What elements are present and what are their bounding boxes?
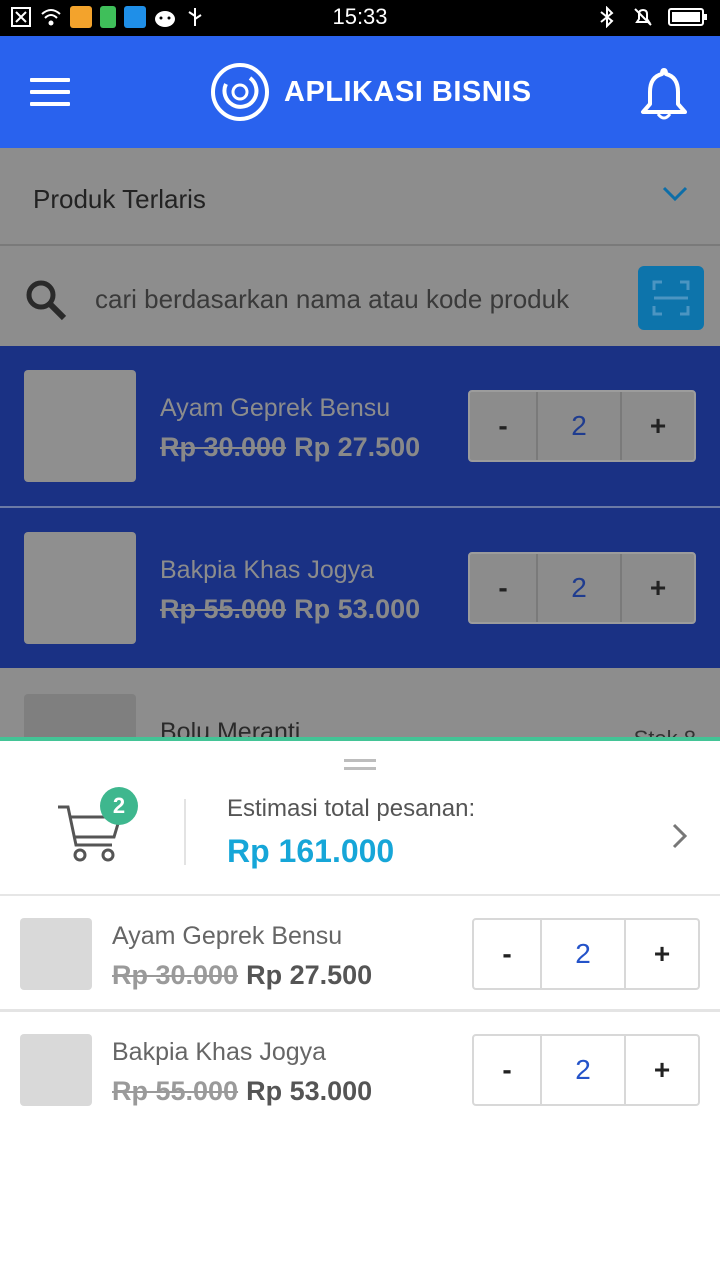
cart-item-new-price: Rp 27.500 <box>246 960 373 990</box>
status-bar: 15:33 <box>0 0 720 36</box>
product-row[interactable]: Bakpia Khas Jogya Rp 55.000 Rp 53.000 - 2… <box>0 508 720 668</box>
product-old-price: Rp 55.000 <box>160 594 287 624</box>
category-label: Produk Terlaris <box>33 184 206 214</box>
app-bar: APLIKASI BISNIS <box>0 36 720 148</box>
search-bar: cari berdasarkan nama atau kode produk <box>0 248 720 346</box>
quantity-stepper: - 2 + <box>468 552 696 624</box>
quantity-value[interactable]: 2 <box>542 920 626 988</box>
increase-button[interactable]: + <box>626 1036 698 1104</box>
product-row[interactable]: Ayam Geprek Bensu Rp 30.000 Rp 27.500 - 2… <box>0 346 720 506</box>
quantity-value[interactable]: 2 <box>538 392 622 460</box>
estimate-label: Estimasi total pesanan: <box>227 795 476 822</box>
cart-item-old-price: Rp 55.000 <box>112 1076 239 1106</box>
cart-item-thumbnail <box>20 1034 92 1106</box>
product-name: Bolu Meranti <box>160 718 301 738</box>
cart-item-row: Bakpia Khas Jogya Rp 55.000 Rp 53.000 - 2… <box>0 1014 720 1128</box>
cart-item-row: Ayam Geprek Bensu Rp 30.000 Rp 27.500 - 2… <box>0 898 720 1012</box>
quantity-value[interactable]: 2 <box>538 554 622 622</box>
estimate-total: Rp 161.000 <box>227 833 395 869</box>
product-thumbnail <box>24 694 136 738</box>
mute-icon <box>634 8 652 26</box>
product-price: Rp 55.000 Rp 53.000 <box>160 594 420 625</box>
product-price: Rp 30.000 Rp 27.500 <box>160 432 420 463</box>
cart-item-name: Bakpia Khas Jogya <box>112 1038 327 1066</box>
cart-item-old-price: Rp 30.000 <box>112 960 239 990</box>
cart-item-thumbnail <box>20 918 92 990</box>
product-old-price: Rp 30.000 <box>160 432 287 462</box>
product-new-price: Rp 53.000 <box>294 594 421 624</box>
app-title: APLIKASI BISNIS <box>284 76 532 108</box>
cart-bottom-sheet: 2 Estimasi total pesanan: Rp 161.000 Aya… <box>0 737 720 1280</box>
chevron-down-icon <box>662 186 688 202</box>
decrease-button[interactable]: - <box>470 392 538 460</box>
cart-item-price: Rp 30.000 Rp 27.500 <box>112 960 372 991</box>
scan-barcode-button[interactable] <box>638 266 704 330</box>
hamburger-menu-icon[interactable] <box>30 78 70 108</box>
increase-button[interactable]: + <box>622 392 694 460</box>
quantity-stepper: - 2 + <box>472 918 700 990</box>
search-input[interactable]: cari berdasarkan nama atau kode produk <box>95 284 569 315</box>
cart-item-new-price: Rp 53.000 <box>246 1076 373 1106</box>
increase-button[interactable]: + <box>622 554 694 622</box>
increase-button[interactable]: + <box>626 920 698 988</box>
bluetooth-icon <box>600 6 614 28</box>
divider <box>184 799 186 865</box>
cart-item-price: Rp 55.000 Rp 53.000 <box>112 1076 372 1107</box>
cart-summary[interactable]: 2 Estimasi total pesanan: Rp 161.000 <box>0 781 720 896</box>
battery-icon <box>668 8 707 26</box>
product-thumbnail <box>24 532 136 644</box>
decrease-button[interactable]: - <box>470 554 538 622</box>
product-row[interactable]: Bolu Meranti Stok 8 <box>0 670 720 738</box>
notification-bell-icon[interactable] <box>638 66 690 122</box>
decrease-button[interactable]: - <box>474 920 542 988</box>
product-list-area: Produk Terlaris cari berdasarkan nama at… <box>0 148 720 738</box>
quantity-stepper: - 2 + <box>472 1034 700 1106</box>
product-new-price: Rp 27.500 <box>294 432 421 462</box>
product-name: Ayam Geprek Bensu <box>160 394 391 422</box>
quantity-stepper: - 2 + <box>468 390 696 462</box>
app-logo-icon <box>211 63 269 121</box>
scan-icon <box>652 280 690 316</box>
quantity-value[interactable]: 2 <box>542 1036 626 1104</box>
drag-handle[interactable] <box>344 759 376 771</box>
cart-item-name: Ayam Geprek Bensu <box>112 922 343 950</box>
decrease-button[interactable]: - <box>474 1036 542 1104</box>
status-icons-right <box>596 6 708 28</box>
product-thumbnail <box>24 370 136 482</box>
category-dropdown[interactable]: Produk Terlaris <box>0 148 720 246</box>
search-icon <box>26 280 67 321</box>
chevron-right-icon[interactable] <box>670 821 690 851</box>
product-name: Bakpia Khas Jogya <box>160 556 375 584</box>
cart-count-badge: 2 <box>100 787 138 825</box>
